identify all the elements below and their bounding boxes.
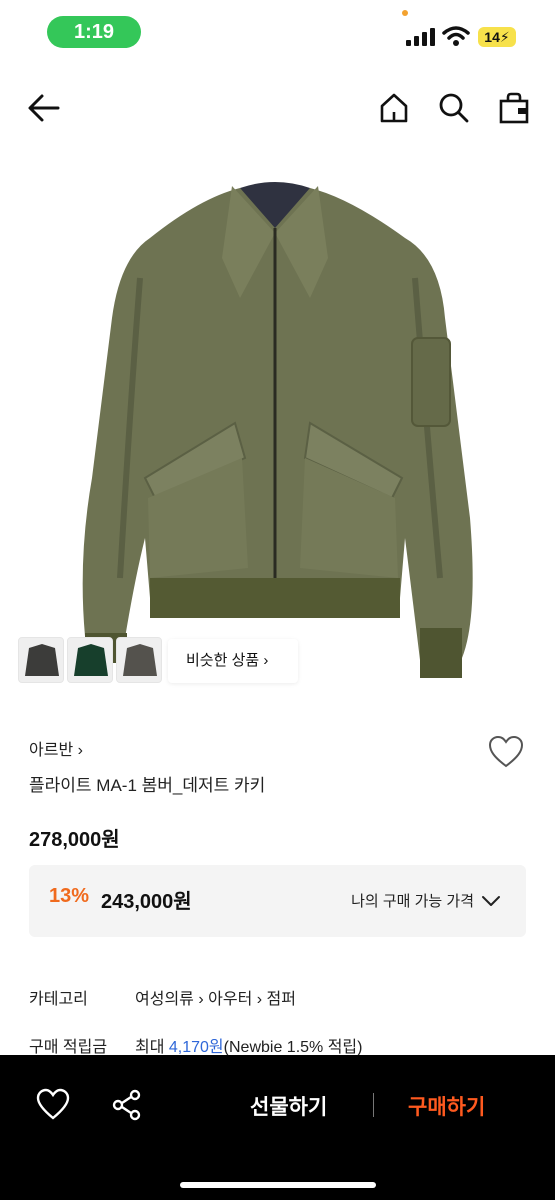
thumb-gray-jacket[interactable] — [116, 637, 162, 683]
signal-icon — [406, 28, 435, 46]
chevron-right-icon: › — [263, 652, 269, 669]
product-name: 플라이트 MA-1 봄버_데저트 카키 — [29, 776, 266, 795]
thumb-green-jacket[interactable] — [67, 637, 113, 683]
my-price-box[interactable]: 13% 243,000원 나의 구매 가능 가격 — [29, 865, 526, 937]
color-thumbnails — [18, 637, 162, 687]
jacket-illustration — [82, 182, 473, 678]
search-icon[interactable] — [436, 90, 472, 126]
points-amount: 4,170원 — [168, 1039, 224, 1056]
top-nav — [0, 80, 555, 140]
category-1[interactable]: 여성의류 — [135, 991, 194, 1008]
category-label: 카테고리 — [29, 991, 88, 1008]
battery-indicator: 14⚡ — [478, 27, 516, 47]
similar-products-label: 비슷한 상품 — [186, 652, 260, 669]
points-label: 구매 적립금 — [29, 1039, 108, 1056]
chevron-right-icon: › — [256, 991, 267, 1008]
points-value: 최대 4,170원(Newbie 1.5% 적립) — [135, 1039, 363, 1056]
back-arrow-icon[interactable] — [26, 90, 62, 126]
category-row: 카테고리 여성의류 › 아우터 › 점퍼 — [29, 985, 529, 1009]
home-icon[interactable] — [376, 90, 412, 126]
privacy-indicator — [402, 10, 408, 16]
thumb-dark-jacket[interactable] — [18, 637, 64, 683]
category-2[interactable]: 아우터 — [208, 991, 252, 1008]
buy-button[interactable]: 구매하기 — [408, 1091, 485, 1121]
wifi-icon — [442, 26, 470, 46]
category-3[interactable]: 점퍼 — [267, 991, 296, 1008]
category-path: 여성의류 › 아우터 › 점퍼 — [135, 985, 296, 1009]
discount-rate: 13% — [49, 885, 90, 907]
product-image[interactable] — [0, 158, 555, 690]
similar-products-button[interactable]: 비슷한 상품 › — [168, 639, 298, 683]
heart-icon[interactable] — [36, 1088, 70, 1122]
points-row: 구매 적립금 최대 4,170원(Newbie 1.5% 적립) — [29, 1033, 529, 1056]
status-time: 1:19 — [47, 16, 141, 48]
heart-icon[interactable] — [488, 735, 524, 769]
status-bar: 1:19 14⚡ — [0, 0, 555, 62]
my-price-label: 나의 구매 가능 가격 — [351, 893, 474, 910]
brand-link[interactable]: 아르반 › — [29, 736, 83, 760]
chevron-right-icon: › — [198, 991, 209, 1008]
divider — [373, 1093, 374, 1117]
discount-price: 243,000원 — [101, 891, 192, 913]
home-indicator — [180, 1182, 376, 1188]
chevron-right-icon: › — [73, 742, 83, 759]
bag-icon[interactable] — [496, 90, 532, 126]
product-price: 278,000원 — [29, 829, 120, 851]
gift-button[interactable]: 선물하기 — [250, 1091, 327, 1121]
share-icon[interactable] — [110, 1088, 144, 1122]
bottom-action-bar: 선물하기 구매하기 — [0, 1055, 555, 1200]
chevron-down-icon — [482, 896, 500, 906]
